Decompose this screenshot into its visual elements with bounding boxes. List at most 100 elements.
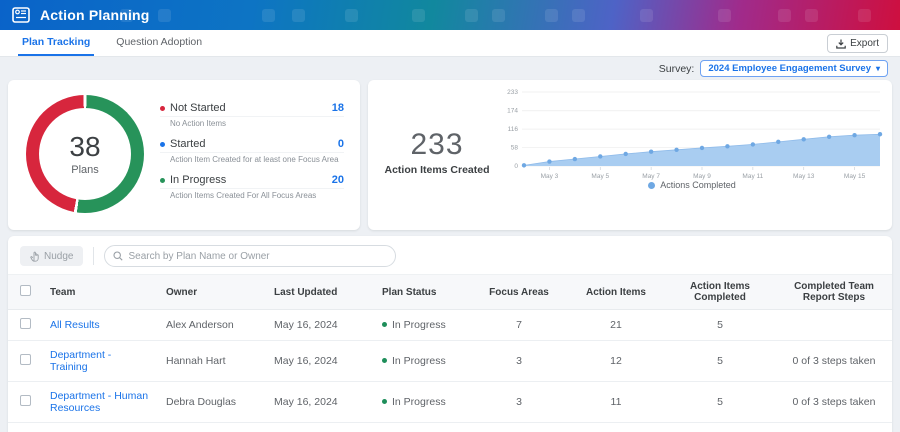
search-input[interactable]	[128, 250, 388, 262]
data-point	[648, 149, 654, 154]
plan-table-card: Nudge Team Owner Last Updated Plan Statu…	[8, 236, 892, 432]
search-box[interactable]	[104, 245, 397, 267]
plans-summary-card: 38 Plans Not Started 18 No Action Items …	[8, 80, 360, 230]
survey-label: Survey:	[658, 62, 695, 75]
legend-name: In Progress	[170, 174, 227, 186]
select-all-checkbox[interactable]	[19, 285, 31, 296]
team-link[interactable]: Department - Training	[50, 349, 111, 373]
action-items-completed-cell: 5	[664, 340, 776, 382]
decorative-square	[262, 9, 275, 22]
toolbar-divider	[93, 247, 95, 265]
plans-unit-label: Plans	[71, 163, 99, 176]
decorative-square	[292, 9, 305, 22]
chart-legend: Actions Completed	[496, 180, 888, 190]
decorative-square	[805, 9, 818, 22]
data-point	[776, 139, 781, 145]
col-focus-areas: Focus Areas	[470, 274, 568, 310]
decorative-square	[778, 9, 791, 22]
table-toolbar: Nudge	[8, 236, 892, 274]
legend-item-not-started: Not Started 18 No Action Items	[160, 102, 344, 128]
chevron-down-icon: ▾	[875, 64, 880, 73]
data-point	[877, 132, 883, 137]
data-point	[826, 134, 832, 139]
col-plan-status: Plan Status	[374, 274, 470, 310]
action-items-completed-cell: 5	[664, 422, 776, 432]
last-updated-cell: May 16, 2024	[266, 422, 374, 432]
data-point	[521, 163, 527, 168]
data-point	[852, 132, 857, 138]
tab-plan-tracking[interactable]: Plan Tracking	[18, 30, 95, 56]
last-updated-cell: May 16, 2024	[266, 340, 374, 382]
decorative-square	[345, 9, 358, 22]
export-button[interactable]: Export	[827, 34, 888, 53]
team-link[interactable]: All Results	[50, 319, 100, 331]
owner-cell: Debra Douglas	[158, 381, 266, 423]
table-row: Department - Executives/DirectorsRoger R…	[8, 422, 892, 432]
owner-cell: Alex Anderson	[158, 309, 266, 341]
nudge-button[interactable]: Nudge	[20, 246, 84, 266]
row-checkbox[interactable]	[19, 354, 31, 365]
focus-areas-cell: 3	[470, 340, 568, 382]
plans-table: Team Owner Last Updated Plan Status Focu…	[8, 274, 892, 432]
table-row: Department - Human Resources Debra Dougla…	[8, 381, 892, 423]
data-point	[674, 147, 679, 153]
legend-value: 0	[337, 138, 344, 150]
actions-completed-line-chart: 0 58 116 174 233 May 3 May 5 May 7 May 9 May 11 Ma…	[507, 89, 883, 180]
not-started-dot-icon	[160, 105, 165, 111]
col-last-updated: Last Updated	[266, 274, 374, 310]
data-point	[801, 137, 806, 142]
decorative-square	[858, 9, 871, 22]
decorative-square	[412, 9, 425, 22]
legend-item-in-progress: In Progress 20 Action Items Created For …	[160, 174, 344, 200]
legend-description: No Action Items	[170, 119, 227, 128]
decorative-square	[465, 9, 478, 22]
row-checkbox[interactable]	[19, 318, 31, 329]
survey-dropdown[interactable]: 2024 Employee Engagement Survey ▾	[700, 60, 888, 77]
x-axis-tick-label: May 11	[742, 173, 763, 180]
survey-selected-value: 2024 Employee Engagement Survey	[708, 63, 871, 74]
owner-cell: Roger Richardson	[158, 422, 266, 432]
area-fill	[524, 134, 880, 166]
action-items-label: Action Items Created	[384, 164, 490, 176]
legend-name: Not Started	[170, 102, 226, 114]
legend-value: 20	[331, 174, 344, 186]
in-progress-dot-icon	[160, 177, 165, 183]
legend-item-started: Started 0 Action Item Created for at lea…	[160, 138, 344, 164]
actions-completed-dot-icon	[648, 181, 656, 189]
started-dot-icon	[160, 141, 165, 147]
col-action-items: Action Items	[568, 274, 664, 310]
y-axis-tick-label: 0	[514, 163, 518, 170]
action-items-cell: 12	[568, 340, 664, 382]
survey-row: Survey: 2024 Employee Engagement Survey …	[0, 57, 900, 80]
col-owner: Owner	[158, 274, 266, 310]
x-axis-tick-label: May 7	[642, 173, 660, 180]
row-checkbox[interactable]	[19, 395, 31, 406]
legend-description: Action Item Created for at least one Foc…	[170, 155, 339, 164]
y-axis-tick-label: 174	[507, 108, 518, 115]
x-axis-tick-label: May 13	[793, 173, 815, 180]
page-title: Action Planning	[40, 7, 150, 23]
col-completed-report-steps: Completed Team Report Steps	[776, 274, 892, 310]
decorative-square	[492, 9, 505, 22]
last-updated-cell: May 16, 2024	[266, 309, 374, 341]
tab-question-adoption[interactable]: Question Adoption	[112, 30, 206, 56]
x-axis-tick-label: May 3	[541, 173, 559, 180]
legend-description: Action Items Created For All Focus Areas	[170, 191, 317, 200]
x-axis-tick-label: May 9	[693, 173, 711, 180]
decorative-square	[572, 9, 585, 22]
focus-areas-cell: 3	[470, 422, 568, 432]
report-steps-cell: 0 of 3 steps taken	[776, 340, 892, 382]
team-link[interactable]: Department - Human Resources	[50, 390, 148, 414]
y-axis-tick-label: 233	[507, 89, 518, 96]
report-steps-cell: 0 of 3 steps taken	[776, 422, 892, 432]
data-point	[598, 154, 603, 159]
y-axis-tick-label: 116	[508, 126, 519, 133]
report-steps-cell	[776, 309, 892, 341]
donut-center: 38 Plans	[39, 108, 131, 200]
plans-donut-chart: 38 Plans	[26, 95, 144, 213]
action-items-cell: 12	[568, 422, 664, 432]
tab-bar: Plan Tracking Question Adoption Export	[0, 30, 900, 57]
table-row: Department - Training Hannah Hart May 16, …	[8, 340, 892, 382]
focus-areas-cell: 3	[470, 381, 568, 423]
plan-status-cell: In Progress	[374, 340, 470, 382]
